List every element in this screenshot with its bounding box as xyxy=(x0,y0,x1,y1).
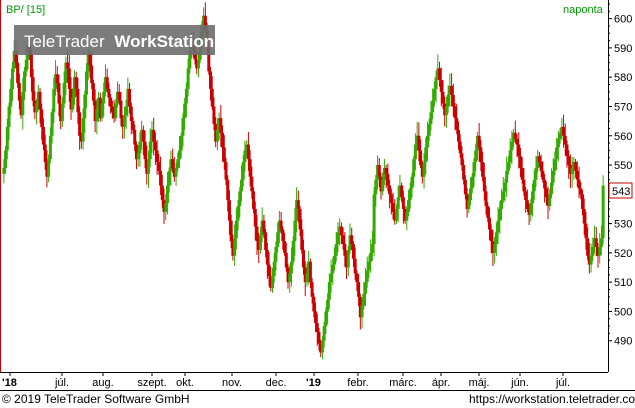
footer-divider xyxy=(0,390,635,391)
y-axis: 490500510520530540550560570580590600 xyxy=(608,3,632,348)
interval-label[interactable]: naponta xyxy=(563,4,603,16)
y-tick-label: 520 xyxy=(614,248,632,260)
x-axis: '18 júl. aug. szept. okt. nov. dec. '19 febr. már… xyxy=(2,372,570,389)
candle xyxy=(601,175,605,245)
last-price-badge: 543 xyxy=(608,182,633,199)
candle xyxy=(598,233,602,264)
y-tick-label: 560 xyxy=(614,131,632,143)
y-tick-label: 530 xyxy=(614,219,632,231)
watermark-product: WorkStation xyxy=(114,32,214,51)
x-tick-label: jún. xyxy=(510,377,529,389)
y-tick-label: 580 xyxy=(614,72,632,84)
candle xyxy=(105,68,109,93)
watermark-brand: TeleTrader xyxy=(24,32,105,51)
x-tick-label: '19 xyxy=(306,377,321,389)
y-tick-label: 550 xyxy=(614,160,632,172)
last-price-value: 543 xyxy=(612,186,630,198)
symbol-label: BP/ [15] xyxy=(6,4,46,16)
y-tick-label: 510 xyxy=(614,277,632,289)
price-chart[interactable]: 490500510520530540550560570580590600 '18… xyxy=(0,0,635,390)
y-tick-label: 600 xyxy=(614,14,632,26)
footer-url[interactable]: https://workstation.teletrader.com xyxy=(469,392,635,406)
candlestick-series xyxy=(2,2,605,360)
x-tick-label: márc. xyxy=(389,377,417,389)
watermark-logo: TeleTrader WorkStation xyxy=(14,25,215,55)
x-tick-label: máj. xyxy=(469,377,490,389)
y-tick-label: 500 xyxy=(614,306,632,318)
svg-text:TeleTrader WorkStation: TeleTrader WorkStation xyxy=(24,32,214,51)
x-tick-label: júl. xyxy=(555,377,570,389)
y-tick-label: 590 xyxy=(614,43,632,55)
x-tick-label: aug. xyxy=(92,377,113,389)
x-tick-label: szept. xyxy=(137,377,166,389)
footer-copyright: © 2019 TeleTrader Software GmbH xyxy=(2,392,190,406)
y-tick-label: 570 xyxy=(614,101,632,113)
x-tick-label: nov. xyxy=(222,377,242,389)
x-tick-label: okt. xyxy=(176,377,194,389)
y-tick-label: 490 xyxy=(614,336,632,348)
x-tick-label: ápr. xyxy=(432,377,450,389)
x-tick-label: febr. xyxy=(347,377,368,389)
x-tick-label: dec. xyxy=(266,377,287,389)
candle xyxy=(346,245,350,276)
candle xyxy=(570,157,574,188)
x-tick-label: júl. xyxy=(54,377,69,389)
candle xyxy=(78,106,82,150)
x-tick-label: '18 xyxy=(2,377,17,389)
